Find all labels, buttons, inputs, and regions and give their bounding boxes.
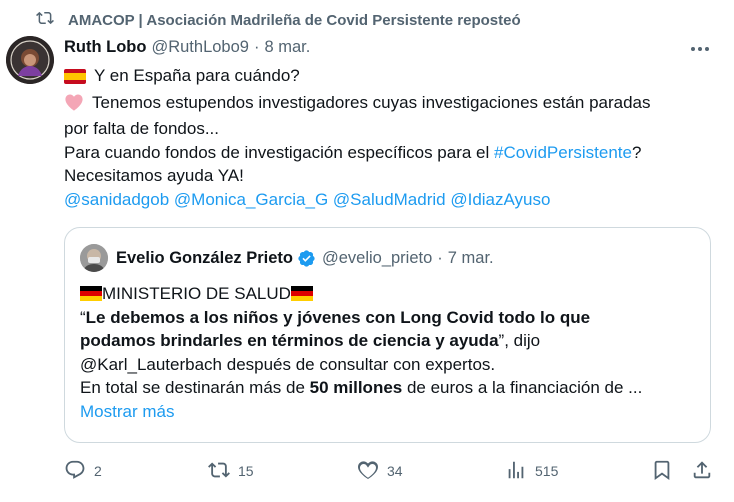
repost-icon xyxy=(208,459,230,484)
quoted-author-name[interactable]: Evelio González Prieto xyxy=(116,249,293,268)
quoted-line-5-bold: 50 millones xyxy=(309,378,403,397)
germany-flag-icon xyxy=(290,284,313,301)
pink-heart-icon xyxy=(64,93,84,118)
like-count: 34 xyxy=(387,463,403,479)
quoted-tweet[interactable]: Evelio González Prieto @evelio_prieto · … xyxy=(64,227,711,443)
like-button[interactable]: 34 xyxy=(357,456,403,486)
tweet-text: Y en España para cuándo? Tenemos estupen… xyxy=(64,64,704,211)
tweet-line-2: Tenemos estupendos investigadores cuyas … xyxy=(64,91,704,118)
quoted-date[interactable]: 7 mar. xyxy=(448,249,494,268)
mention-link[interactable]: @sanidadgob xyxy=(64,190,169,209)
more-options-button[interactable] xyxy=(688,38,712,58)
heart-icon xyxy=(357,459,379,484)
mention-link[interactable]: @SaludMadrid xyxy=(333,190,446,209)
quoted-bold-2: podamos brindarles en términos de cienci… xyxy=(80,331,499,350)
tweet-date[interactable]: 8 mar. xyxy=(264,38,310,57)
reply-icon xyxy=(64,459,86,484)
quoted-header: Evelio González Prieto @evelio_prieto · … xyxy=(116,247,494,269)
tweet-line-1-text: Y en España para cuándo? xyxy=(94,66,300,85)
author-avatar[interactable] xyxy=(6,36,54,84)
reply-button[interactable]: 2 xyxy=(64,456,102,486)
repost-count: 15 xyxy=(238,463,254,479)
share-button[interactable] xyxy=(691,456,713,486)
tweet-line-4: Para cuando fondos de investigación espe… xyxy=(64,141,704,165)
share-icon xyxy=(691,459,713,484)
quoted-line-3: podamos brindarles en términos de cienci… xyxy=(80,329,705,353)
author-name[interactable]: Ruth Lobo xyxy=(64,38,146,57)
tweet-line-4-pre: Para cuando fondos de investigación espe… xyxy=(64,142,494,162)
quoted-bold-1: Le debemos a los niños y jóvenes con Lon… xyxy=(85,307,591,327)
mentions-line: @sanidadgob @Monica_Garcia_G @SaludMadri… xyxy=(64,188,704,212)
bookmark-icon xyxy=(651,459,673,484)
repost-indicator[interactable]: AMACOP | Asociación Madrileña de Covid P… xyxy=(36,9,521,31)
verified-badge-icon xyxy=(297,249,316,268)
quoted-author-handle[interactable]: @evelio_prieto xyxy=(322,249,432,268)
views-chart-icon xyxy=(505,459,527,484)
mention-link[interactable]: @Monica_Garcia_G xyxy=(174,190,328,209)
quoted-line-5: En total se destinarán más de 50 millone… xyxy=(80,376,705,400)
repost-text: AMACOP | Asociación Madrileña de Covid P… xyxy=(68,11,521,29)
separator-dot: · xyxy=(253,37,260,56)
germany-flag-icon xyxy=(80,284,102,301)
quoted-line-5-post: de euros a la financiación de ... xyxy=(402,378,643,397)
action-bar: 2 15 34 515 xyxy=(0,456,734,486)
bookmark-button[interactable] xyxy=(651,456,673,486)
views-count: 515 xyxy=(535,463,559,479)
quoted-title-line: MINISTERIO DE SALUD xyxy=(80,282,705,306)
quoted-line-5-pre: En total se destinarán más de xyxy=(80,378,310,397)
tweet-line-5: Necesitamos ayuda YA! xyxy=(64,166,244,185)
repost-icon xyxy=(36,9,54,31)
quoted-title: MINISTERIO DE SALUD xyxy=(102,284,291,303)
show-more-link[interactable]: Mostrar más xyxy=(80,400,705,424)
quoted-author-avatar[interactable] xyxy=(80,244,108,272)
quoted-line-2: “Le debemos a los niños y jóvenes con Lo… xyxy=(80,306,705,330)
separator-dot: · xyxy=(437,248,443,267)
tweet-header: Ruth Lobo @RuthLobo9 · 8 mar. xyxy=(64,36,310,58)
quoted-line-4: @Karl_Lauterbach después de consultar co… xyxy=(80,354,496,374)
more-icon xyxy=(690,39,710,57)
author-handle[interactable]: @RuthLobo9 xyxy=(151,38,249,57)
tweet-line-1: Y en España para cuándo? xyxy=(64,64,704,91)
hashtag-link[interactable]: #CovidPersistente xyxy=(494,143,632,162)
mention-link[interactable]: @IdiazAyuso xyxy=(450,190,550,209)
tweet-line-3: por falta de fondos... xyxy=(64,119,219,138)
tweet-line-4-post: ? xyxy=(631,142,642,162)
views-button[interactable]: 515 xyxy=(505,456,558,486)
spain-flag-icon xyxy=(64,67,86,91)
tweet-line-2-text: Tenemos estupendos investigadores cuyas … xyxy=(92,92,651,112)
quoted-after-bold: ”, dijo xyxy=(498,331,541,350)
quoted-text: MINISTERIO DE SALUD “Le debemos a los ni… xyxy=(80,282,705,423)
repost-button[interactable]: 15 xyxy=(208,456,254,486)
reply-count: 2 xyxy=(94,463,102,479)
